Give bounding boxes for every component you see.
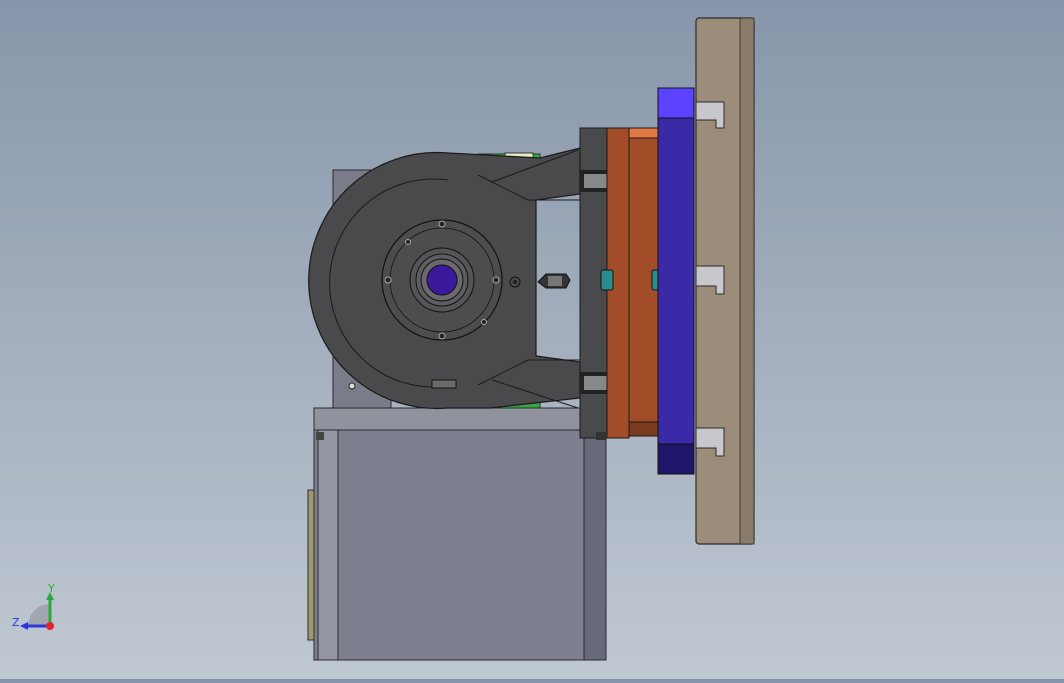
locating-pin-1[interactable] xyxy=(600,269,614,291)
cad-viewport[interactable]: Y Z xyxy=(0,0,1064,679)
y-axis-label: Y xyxy=(47,582,55,595)
center-screw[interactable] xyxy=(537,273,571,289)
blue-plate[interactable] xyxy=(657,87,695,475)
tan-mount-plate[interactable] xyxy=(695,17,755,545)
axis-triad-icon: Y Z xyxy=(12,582,55,630)
gearbox[interactable] xyxy=(307,407,607,661)
model-view[interactable]: Y Z xyxy=(0,0,1064,679)
x-axis-dot xyxy=(46,622,54,630)
copper-plate[interactable] xyxy=(606,127,660,439)
bore-center xyxy=(426,264,458,296)
z-axis-label: Z xyxy=(12,616,20,629)
